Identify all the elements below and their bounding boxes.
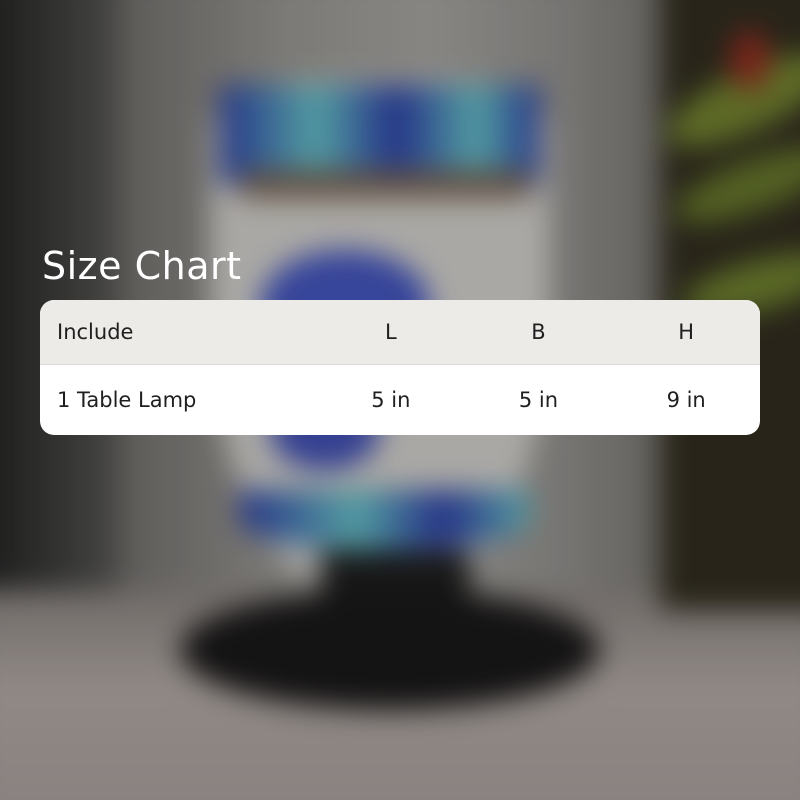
page-title: Size Chart xyxy=(42,244,242,288)
header-height: H xyxy=(612,300,760,365)
cell-breadth: 5 in xyxy=(518,387,559,412)
header-length: L xyxy=(317,300,465,365)
table-header-row: Include L B H xyxy=(40,300,760,365)
header-include: Include xyxy=(40,300,317,365)
cell-include: 1 Table Lamp xyxy=(57,387,197,412)
size-chart-table: Include L B H 1 Table Lamp 5 in 5 in 9 i… xyxy=(40,300,760,435)
header-breadth: B xyxy=(464,300,613,365)
table-row: 1 Table Lamp 5 in 5 in 9 in xyxy=(40,364,760,435)
cell-length: 5 in xyxy=(371,387,411,412)
cell-height: 9 in xyxy=(666,387,706,412)
size-table: Include L B H 1 Table Lamp 5 in 5 in 9 i… xyxy=(40,300,760,435)
